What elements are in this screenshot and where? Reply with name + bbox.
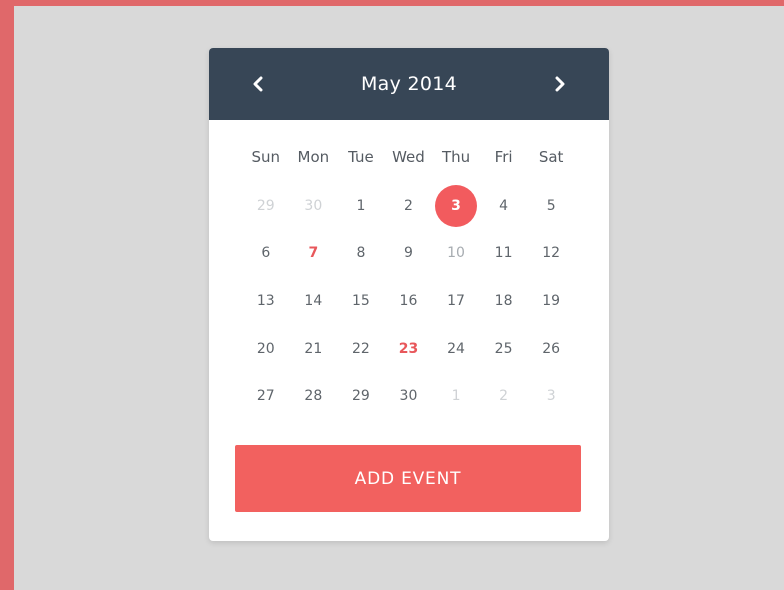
day-cell[interactable]: 10 [432, 230, 480, 278]
day-number: 19 [542, 292, 561, 309]
day-number: 30 [304, 197, 323, 214]
day-cell[interactable]: 30 [290, 182, 338, 230]
day-cell[interactable]: 2 [480, 372, 528, 420]
day-cell[interactable]: 20 [242, 325, 290, 373]
day-number: 2 [499, 388, 509, 405]
day-cell[interactable]: 3 [527, 372, 575, 420]
weekday-tue: Tue [348, 148, 374, 166]
day-number: 29 [351, 388, 370, 405]
day-cell[interactable]: 30 [385, 372, 433, 420]
day-cell[interactable]: 22 [337, 325, 385, 373]
next-month-button[interactable] [545, 69, 575, 99]
day-number: 26 [542, 340, 561, 357]
day-number: 11 [494, 245, 513, 262]
day-number: 14 [304, 292, 323, 309]
day-cell[interactable]: 5 [527, 182, 575, 230]
day-number: 9 [404, 245, 413, 262]
day-cell[interactable]: 29 [242, 182, 290, 230]
day-cell[interactable]: 1 [432, 372, 480, 420]
day-cell[interactable]: 17 [432, 277, 480, 325]
day-cell[interactable]: 26 [527, 325, 575, 373]
day-number: 1 [356, 197, 366, 214]
day-cell[interactable]: 2 [385, 182, 433, 230]
calendar-card: May 2014 Sun Mon Tue Wed Thu Fri Sat 29 3… [209, 48, 609, 541]
day-number: 3 [451, 197, 461, 214]
day-number: 10 [447, 245, 465, 262]
day-cell[interactable]: 4 [480, 182, 528, 230]
calendar-header: May 2014 [209, 48, 609, 120]
weekday-wed: Wed [392, 148, 425, 166]
day-number: 3 [546, 388, 556, 405]
day-number: 15 [351, 292, 370, 309]
day-number: 1 [451, 388, 461, 405]
day-number: 17 [447, 292, 465, 309]
day-number: 4 [499, 197, 509, 214]
day-cell[interactable]: 24 [432, 325, 480, 373]
day-cell[interactable]: 19 [527, 277, 575, 325]
day-number: 2 [404, 197, 413, 214]
day-number: 8 [356, 245, 366, 262]
day-number: 12 [542, 245, 561, 262]
day-number: 6 [261, 245, 271, 262]
day-cell[interactable]: 25 [480, 325, 528, 373]
day-cell[interactable]: 14 [290, 277, 338, 325]
day-cell[interactable]: 15 [337, 277, 385, 325]
day-number: 16 [399, 292, 418, 309]
weekday-thu: Thu [441, 148, 471, 166]
weekday-sat: Sat [538, 148, 564, 166]
day-cell[interactable]: 29 [337, 372, 385, 420]
day-number: 24 [447, 340, 465, 357]
day-number: 25 [494, 340, 513, 357]
weekday-header-row: Sun Mon Tue Wed Thu Fri Sat [242, 146, 575, 168]
day-number: 5 [546, 197, 556, 214]
day-number: 28 [304, 388, 323, 405]
weekday-mon: Mon [297, 148, 330, 166]
day-cell[interactable]: 1 [337, 182, 385, 230]
weekday-sun: Sun [251, 148, 281, 166]
month-title: May 2014 [360, 73, 458, 95]
day-number: 7 [308, 245, 319, 262]
day-number: 20 [256, 340, 275, 357]
day-number: 21 [304, 340, 323, 357]
add-event-button[interactable]: ADD EVENT [235, 445, 581, 512]
day-number: 30 [399, 388, 418, 405]
day-cell[interactable]: 7 [290, 230, 338, 278]
previous-month-button[interactable] [243, 69, 273, 99]
day-cell[interactable]: 18 [480, 277, 528, 325]
chevron-right-icon [554, 76, 566, 92]
day-number: 13 [256, 292, 275, 309]
day-cell[interactable]: 16 [385, 277, 433, 325]
selected-day-cell[interactable]: 3 [432, 182, 480, 230]
day-cell[interactable]: 21 [290, 325, 338, 373]
day-cell[interactable]: 23 [385, 325, 433, 373]
day-cell[interactable]: 27 [242, 372, 290, 420]
calendar-day-grid: 29 30 1 2 3 4 5 6 7 8 9 10 11 12 13 14 15 16 17 18 19 20 21 22 2… [242, 182, 575, 422]
day-number: 27 [256, 388, 275, 405]
day-cell[interactable]: 8 [337, 230, 385, 278]
accent-frame-left [0, 0, 14, 590]
day-cell[interactable]: 13 [242, 277, 290, 325]
day-number: 23 [398, 340, 419, 357]
day-number: 18 [494, 292, 513, 309]
weekday-fri: Fri [494, 148, 513, 166]
day-cell[interactable]: 9 [385, 230, 433, 278]
day-cell[interactable]: 12 [527, 230, 575, 278]
day-cell[interactable]: 11 [480, 230, 528, 278]
chevron-left-icon [252, 76, 264, 92]
day-number: 29 [256, 197, 275, 214]
day-cell[interactable]: 28 [290, 372, 338, 420]
day-number: 22 [351, 340, 370, 357]
day-cell[interactable]: 6 [242, 230, 290, 278]
